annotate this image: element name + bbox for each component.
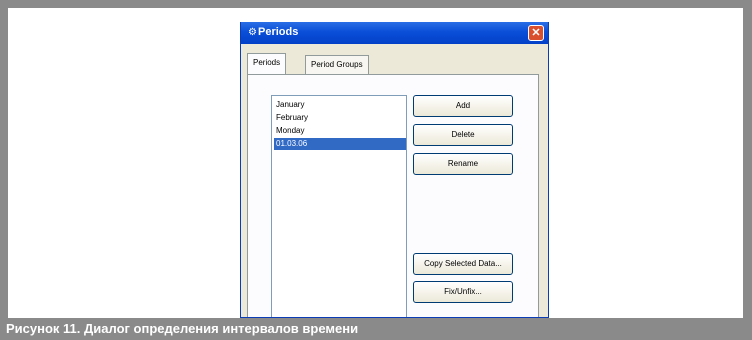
close-icon[interactable]: ✕ (528, 25, 544, 41)
copy-selected-data-button[interactable]: Copy Selected Data... (413, 253, 513, 275)
figure-caption: Рисунок 11. Диалог определения интервало… (6, 321, 359, 336)
periods-dialog: ⚙ Periods ✕ Periods Period Groups Januar… (240, 22, 549, 318)
rename-button[interactable]: Rename (413, 153, 513, 175)
dialog-title: Periods (258, 26, 299, 38)
list-item[interactable]: February (274, 112, 406, 124)
list-item[interactable]: Monday (274, 125, 406, 137)
tab-periods[interactable]: Periods (247, 53, 287, 74)
periods-app-icon: ⚙ (248, 27, 257, 38)
periods-listbox[interactable]: January February Monday 01.03.06 (271, 95, 407, 317)
add-button[interactable]: Add (413, 95, 513, 117)
dialog-titlebar[interactable]: ⚙ Periods ✕ (241, 22, 548, 44)
list-item[interactable]: January (274, 99, 406, 111)
delete-button[interactable]: Delete (413, 124, 513, 146)
fix-unfix-button[interactable]: Fix/Unfix... (413, 281, 513, 303)
list-item-selected[interactable]: 01.03.06 (274, 138, 406, 150)
tab-period-groups[interactable]: Period Groups (305, 55, 369, 74)
caption-bar: Рисунок 11. Диалог определения интервало… (0, 318, 752, 340)
